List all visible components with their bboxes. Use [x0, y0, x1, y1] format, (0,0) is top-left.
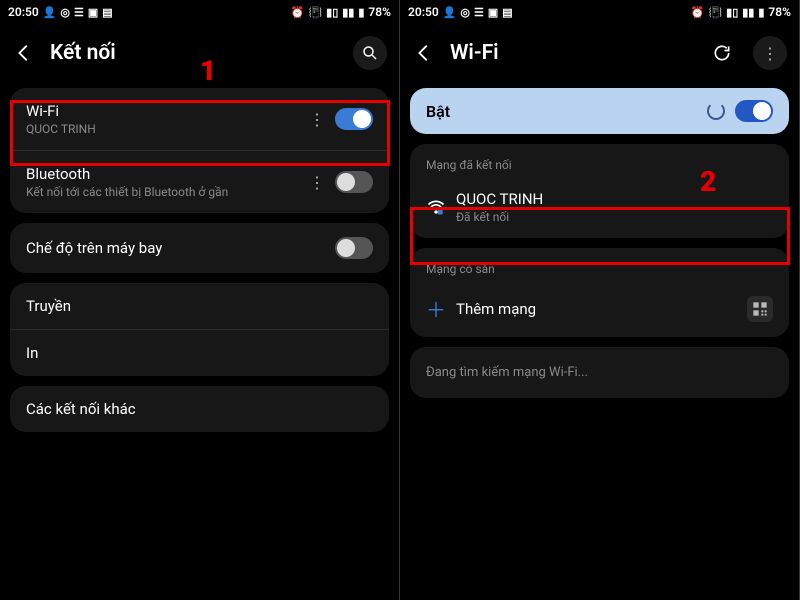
back-button[interactable] — [412, 41, 436, 65]
plus-icon: ＋ — [426, 294, 446, 323]
qr-scan-button[interactable] — [747, 296, 773, 322]
header: Wi-Fi ⋮ — [400, 24, 799, 88]
battery-icon: ▮ — [758, 7, 764, 18]
wifi-row[interactable]: Wi-Fi QUOC TRINH ⋮ — [10, 88, 389, 150]
cast-label: Truyền — [26, 297, 373, 315]
header: Kết nối — [0, 24, 399, 88]
status-bar: 20:50 👤 ◎ ☰ ▣ ▤ ⏰ 📳 ▮▯ ▮▮ ▮ 78% — [400, 0, 799, 24]
airplane-toggle[interactable] — [335, 237, 373, 259]
page-title: Wi-Fi — [450, 41, 691, 65]
status-bar: 20:50 👤 ◎ ☰ ▣ ▤ ⏰ 📳 ▮▯ ▮▮ ▮ 78% — [0, 0, 399, 24]
add-network-label: Thêm mạng — [456, 300, 737, 318]
available-header: Mạng có sẵn — [410, 248, 789, 280]
airplane-row[interactable]: Chế độ trên máy bay — [10, 223, 389, 273]
alarm-icon: ⏰ — [291, 7, 305, 18]
person-icon: 👤 — [443, 7, 457, 18]
refresh-button[interactable] — [705, 36, 739, 70]
search-button[interactable] — [353, 36, 387, 70]
wifi-settings-screen: 20:50 👤 ◎ ☰ ▣ ▤ ⏰ 📳 ▮▯ ▮▮ ▮ 78% Wi-Fi ⋮ — [400, 0, 800, 600]
image-icon: ▣ — [88, 7, 98, 18]
connected-status: Đã kết nối — [456, 210, 773, 224]
signal-icon: ▮▯ — [326, 7, 338, 18]
wifi-sublabel: QUOC TRINH — [26, 122, 299, 136]
status-time: 20:50 — [8, 5, 39, 19]
gallery-icon: ☰ — [474, 7, 484, 18]
target-icon: ◎ — [460, 7, 470, 18]
back-button[interactable] — [12, 41, 36, 65]
settings-connections-screen: 20:50 👤 ◎ ☰ ▣ ▤ ⏰ 📳 ▮▯ ▮▮ ▮ 78% Kết nối — [0, 0, 400, 600]
more-connections-row[interactable]: Các kết nối khác — [10, 386, 389, 432]
wifi-toggle[interactable] — [335, 108, 373, 130]
connected-ssid: QUOC TRINH — [456, 190, 773, 208]
battery-percent: 78% — [768, 5, 791, 19]
cast-row[interactable]: Truyền — [10, 283, 389, 329]
wifi-on-bar: Bật — [410, 88, 789, 134]
loading-spinner-icon — [707, 102, 725, 120]
print-label: In — [26, 344, 373, 362]
available-networks-card: Mạng có sẵn ＋ Thêm mạng — [410, 248, 789, 337]
battery-icon: ▮ — [358, 7, 364, 18]
status-time: 20:50 — [408, 5, 439, 19]
more-icon: ⋮ — [762, 44, 778, 63]
calendar-icon: ▤ — [502, 7, 512, 18]
bluetooth-row[interactable]: Bluetooth Kết nối tới các thiết bị Bluet… — [10, 151, 389, 213]
connected-network-row[interactable]: QUOC TRINH Đã kết nối — [410, 176, 789, 238]
bluetooth-toggle[interactable] — [335, 171, 373, 193]
target-icon: ◎ — [60, 7, 70, 18]
alarm-icon: ⏰ — [691, 7, 705, 18]
vibrate-icon: 📳 — [708, 7, 722, 18]
calendar-icon: ▤ — [102, 7, 112, 18]
person-icon: 👤 — [43, 7, 57, 18]
more-connections-label: Các kết nối khác — [26, 400, 373, 418]
signal-icon: ▮▯ — [726, 7, 738, 18]
image-icon: ▣ — [488, 7, 498, 18]
add-network-row[interactable]: ＋ Thêm mạng — [410, 280, 789, 337]
connected-network-card: Mạng đã kết nối QUOC TRINH Đã kết nối — [410, 144, 789, 238]
battery-percent: 78% — [368, 5, 391, 19]
signal2-icon: ▮▮ — [342, 7, 354, 18]
connected-header: Mạng đã kết nối — [410, 144, 789, 176]
print-row[interactable]: In — [10, 330, 389, 376]
wifi-on-label: Bật — [426, 102, 697, 121]
bluetooth-sublabel: Kết nối tới các thiết bị Bluetooth ở gần — [26, 185, 299, 199]
overflow-button[interactable]: ⋮ — [753, 36, 787, 70]
searching-text: Đang tìm kiếm mạng Wi-Fi... — [410, 347, 789, 398]
airplane-label: Chế độ trên máy bay — [26, 239, 325, 257]
wifi-master-toggle[interactable] — [735, 100, 773, 122]
wifi-label: Wi-Fi — [26, 102, 299, 120]
more-icon[interactable]: ⋮ — [309, 173, 325, 192]
bluetooth-label: Bluetooth — [26, 165, 299, 183]
searching-card: Đang tìm kiếm mạng Wi-Fi... — [410, 347, 789, 398]
wifi-bluetooth-group: Wi-Fi QUOC TRINH ⋮ Bluetooth Kết nối tới… — [10, 88, 389, 213]
page-title: Kết nối — [50, 41, 339, 65]
vibrate-icon: 📳 — [308, 7, 322, 18]
wifi-secure-icon — [426, 197, 446, 217]
more-icon[interactable]: ⋮ — [309, 110, 325, 129]
gallery-icon: ☰ — [74, 7, 84, 18]
signal2-icon: ▮▮ — [742, 7, 754, 18]
